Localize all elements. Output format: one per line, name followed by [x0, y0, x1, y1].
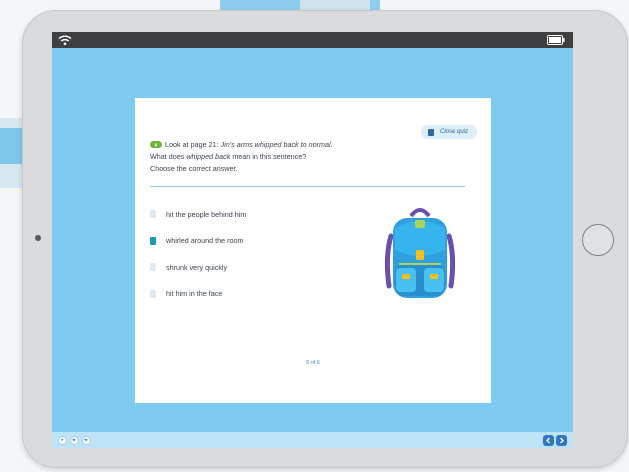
home-button[interactable]	[582, 224, 614, 256]
stop-button[interactable]	[70, 435, 79, 445]
divider	[150, 186, 465, 187]
answer-checkbox[interactable]	[150, 210, 156, 219]
next-button[interactable]	[556, 434, 567, 446]
answer-label: whirled around the room	[166, 236, 244, 246]
close-quiz-button[interactable]: Close quiz	[421, 125, 477, 139]
question-line2-prefix: What does	[150, 152, 187, 161]
audio-button[interactable]	[82, 435, 91, 445]
answer-label: hit the people behind him	[166, 209, 247, 219]
audio-icon	[84, 437, 88, 441]
question-prefix: Look at page 21:	[165, 140, 221, 149]
bottom-toolbar	[52, 432, 573, 448]
question-quote: Jin's arms whipped back to normal.	[220, 140, 333, 149]
backpack-illustration	[384, 208, 456, 298]
answer-label: shrunk very quickly	[166, 262, 228, 272]
answer-option-2[interactable]: whirled around the room	[150, 228, 350, 255]
page-badge: p	[150, 141, 162, 148]
question-line-1: p Look at page 21: Jin's arms whipped bac…	[150, 139, 470, 151]
play-button[interactable]	[58, 435, 67, 445]
answer-checkbox-selected[interactable]	[150, 236, 156, 245]
page-counter: 6 of 6	[306, 360, 320, 366]
answer-option-3[interactable]: shrunk very quickly	[150, 254, 350, 281]
tablet-screen: Close quiz p Look at page 21: Jin's arms …	[52, 32, 573, 448]
instruction: Choose the correct answer.	[150, 164, 238, 173]
battery-icon	[547, 35, 565, 45]
answer-label: hit him in the face	[166, 289, 223, 299]
question-line2-suffix: mean in this sentence?	[230, 152, 307, 161]
wifi-icon	[58, 35, 72, 46]
next-icon	[560, 437, 564, 443]
close-quiz-label: Close quiz	[440, 129, 469, 135]
question-term: whipped back	[186, 152, 231, 161]
answer-checkbox[interactable]	[150, 289, 156, 298]
previous-button[interactable]	[543, 434, 554, 446]
question: p Look at page 21: Jin's arms whipped bac…	[150, 139, 470, 175]
tablet-device: Close quiz p Look at page 21: Jin's arms …	[22, 10, 628, 468]
play-icon	[61, 438, 64, 441]
previous-icon	[546, 437, 550, 443]
quiz-card: Close quiz p Look at page 21: Jin's arms …	[135, 98, 491, 403]
answer-checkbox[interactable]	[150, 263, 156, 272]
status-bar	[52, 32, 573, 48]
camera-dot	[35, 235, 41, 241]
answer-option-4[interactable]: hit him in the face	[150, 281, 350, 308]
answer-list: hit the people behind him whirled around…	[150, 201, 350, 307]
stop-icon	[72, 438, 75, 441]
answer-option-1[interactable]: hit the people behind him	[150, 201, 350, 228]
close-quiz-icon	[428, 128, 434, 136]
question-line-2: What does whipped back mean in this sent…	[150, 151, 470, 163]
